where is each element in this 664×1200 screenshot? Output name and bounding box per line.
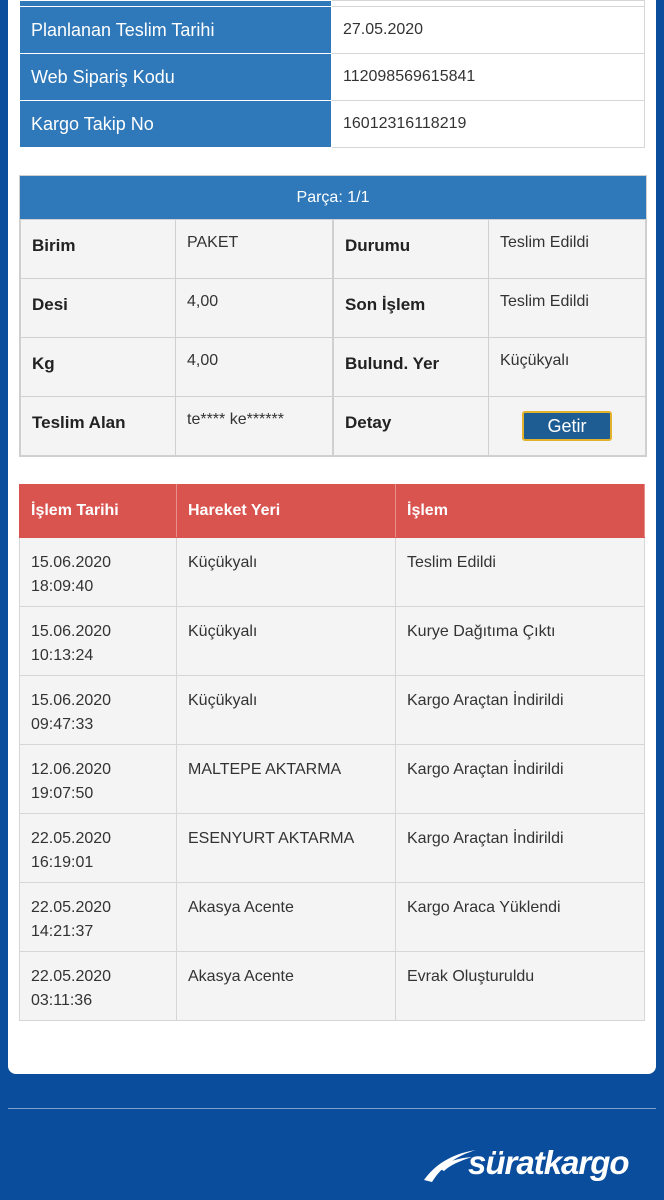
column-header-date: İşlem Tarihi — [19, 484, 177, 538]
parca-detail-cell: Getir — [488, 396, 646, 456]
move-place: Akasya Acente — [176, 882, 396, 952]
move-place: Küçükyalı — [176, 606, 396, 676]
move-action: Kargo Araçtan İndirildi — [395, 813, 645, 883]
move-date: 22.05.2020 — [31, 899, 112, 916]
summary-value: 112098569615841 — [331, 53, 645, 101]
column-header-action: İşlem — [395, 484, 645, 538]
summary-label: Planlanan Teslim Tarihi — [19, 6, 332, 54]
table-row: 22.05.2020 03:11:36 Akasya Acente Evrak O… — [19, 951, 645, 1021]
movements-header: İşlem Tarihi Hareket Yeri İşlem — [19, 484, 645, 538]
parca-label: Detay — [333, 396, 489, 456]
parca-label: Son İşlem — [333, 278, 489, 338]
move-datetime: 22.05.2020 16:19:01 — [19, 813, 177, 883]
move-place: Akasya Acente — [176, 951, 396, 1021]
summary-table: Planlanan Teslim Tarihi 27.05.2020 Web S… — [19, 0, 645, 148]
parca-row: Son İşlem Teslim Edildi — [333, 278, 646, 338]
parca-row: Bulund. Yer Küçükyalı — [333, 337, 646, 397]
getir-button[interactable]: Getir — [522, 411, 612, 441]
move-datetime: 22.05.2020 14:21:37 — [19, 882, 177, 952]
table-row: 15.06.2020 18:09:40 Küçükyalı Teslim Edil… — [19, 537, 645, 607]
move-date: 12.06.2020 — [31, 761, 112, 778]
move-action: Evrak Oluşturuldu — [395, 951, 645, 1021]
move-time: 14:21:37 — [31, 923, 94, 940]
parca-right-table: Durumu Teslim Edildi Son İşlem Teslim Ed… — [333, 219, 646, 456]
parca-title: Parça: 1/1 — [20, 176, 646, 219]
move-datetime: 22.05.2020 03:11:36 — [19, 951, 177, 1021]
parca-value: 4,00 — [175, 278, 333, 338]
move-datetime: 15.06.2020 10:13:24 — [19, 606, 177, 676]
move-datetime: 12.06.2020 19:07:50 — [19, 744, 177, 814]
parca-row: Durumu Teslim Edildi — [333, 219, 646, 279]
move-place: MALTEPE AKTARMA — [176, 744, 396, 814]
move-time: 03:11:36 — [31, 992, 93, 1009]
move-time: 16:19:01 — [31, 854, 94, 871]
footer-divider — [8, 1108, 656, 1109]
column-header-place: Hareket Yeri — [176, 484, 396, 538]
parca-label: Teslim Alan — [20, 396, 176, 456]
parca-label: Bulund. Yer — [333, 337, 489, 397]
move-datetime: 15.06.2020 09:47:33 — [19, 675, 177, 745]
move-action: Kargo Araçtan İndirildi — [395, 675, 645, 745]
move-time: 19:07:50 — [31, 785, 94, 802]
parca-label: Durumu — [333, 219, 489, 279]
move-date: 22.05.2020 — [31, 968, 112, 985]
summary-row: Planlanan Teslim Tarihi 27.05.2020 — [19, 6, 645, 54]
parca-value: Teslim Edildi — [488, 219, 646, 279]
tracking-card: Planlanan Teslim Tarihi 27.05.2020 Web S… — [8, 0, 656, 1074]
move-date: 15.06.2020 — [31, 623, 112, 640]
table-row: 15.06.2020 09:47:33 Küçükyalı Kargo Araçt… — [19, 675, 645, 745]
parca-label: Birim — [20, 219, 176, 279]
table-row: 12.06.2020 19:07:50 MALTEPE AKTARMA Kargo… — [19, 744, 645, 814]
summary-label: Kargo Takip No — [19, 100, 332, 148]
parca-value: Küçükyalı — [488, 337, 646, 397]
brand-logo[interactable]: süratkargo — [420, 1140, 660, 1188]
parca-value: PAKET — [175, 219, 333, 279]
move-time: 09:47:33 — [31, 716, 94, 733]
move-place: Küçükyalı — [176, 537, 396, 607]
move-action: Kargo Araçtan İndirildi — [395, 744, 645, 814]
summary-label: Web Sipariş Kodu — [19, 53, 332, 101]
parca-row: Kg 4,00 — [20, 337, 333, 397]
parca-value: 4,00 — [175, 337, 333, 397]
move-date: 22.05.2020 — [31, 830, 112, 847]
parca-grid: Birim PAKET Desi 4,00 Kg 4,00 Teslim Ala… — [20, 219, 646, 456]
summary-row: Kargo Takip No 16012316118219 — [19, 100, 645, 148]
move-date: 15.06.2020 — [31, 692, 112, 709]
summary-value: 16012316118219 — [331, 100, 645, 148]
move-date: 15.06.2020 — [31, 554, 112, 571]
summary-value: 27.05.2020 — [331, 6, 645, 54]
parca-left-table: Birim PAKET Desi 4,00 Kg 4,00 Teslim Ala… — [20, 219, 333, 456]
movements-table: İşlem Tarihi Hareket Yeri İşlem 15.06.20… — [19, 484, 645, 1021]
parca-label: Kg — [20, 337, 176, 397]
parca-row: Birim PAKET — [20, 219, 333, 279]
move-place: ESENYURT AKTARMA — [176, 813, 396, 883]
move-place: Küçükyalı — [176, 675, 396, 745]
move-time: 18:09:40 — [31, 578, 94, 595]
summary-row: Web Sipariş Kodu 112098569615841 — [19, 53, 645, 101]
move-datetime: 15.06.2020 18:09:40 — [19, 537, 177, 607]
parca-panel: Parça: 1/1 Birim PAKET Desi 4,00 Kg 4,00… — [19, 175, 647, 457]
move-action: Kurye Dağıtıma Çıktı — [395, 606, 645, 676]
move-time: 10:13:24 — [31, 647, 94, 664]
parca-row: Teslim Alan te**** ke****** — [20, 396, 333, 456]
table-row: 22.05.2020 14:21:37 Akasya Acente Kargo A… — [19, 882, 645, 952]
parca-label: Desi — [20, 278, 176, 338]
move-action: Kargo Araca Yüklendi — [395, 882, 645, 952]
table-row: 15.06.2020 10:13:24 Küçükyalı Kurye Dağıt… — [19, 606, 645, 676]
parca-row: Detay Getir — [333, 396, 646, 456]
parca-value: Teslim Edildi — [488, 278, 646, 338]
parca-value: te**** ke****** — [175, 396, 333, 456]
parca-row: Desi 4,00 — [20, 278, 333, 338]
brand-logo-text: süratkargo — [468, 1144, 630, 1181]
move-action: Teslim Edildi — [395, 537, 645, 607]
table-row: 22.05.2020 16:19:01 ESENYURT AKTARMA Karg… — [19, 813, 645, 883]
